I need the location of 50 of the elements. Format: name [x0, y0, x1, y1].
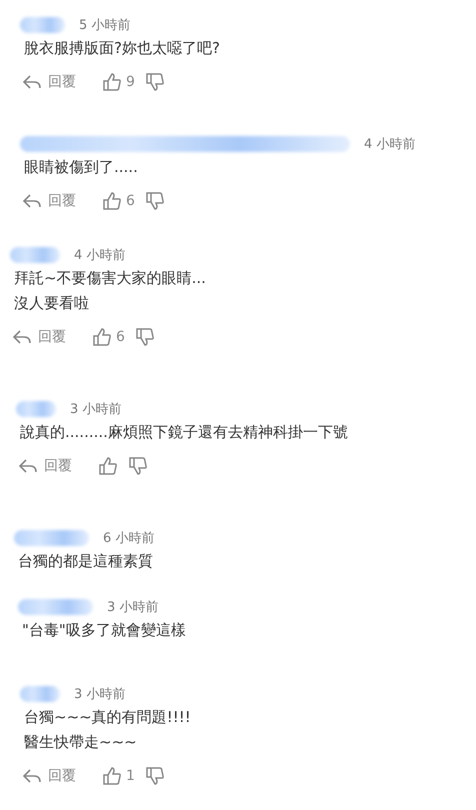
comment-text: 拜託~不要傷害大家的眼睛... [14, 268, 207, 289]
reply-arrow-icon [12, 330, 32, 344]
blurred-username [10, 247, 60, 263]
comment-text: 沒人要看啦 [14, 293, 90, 314]
thumbs-down-icon [144, 72, 165, 92]
blurred-username [16, 401, 56, 417]
reply-arrow-icon [22, 194, 42, 208]
thumbs-up-icon [98, 456, 118, 476]
thumbs-up-icon [92, 327, 112, 347]
reply-button[interactable]: 回覆 [22, 767, 76, 785]
reply-button[interactable]: 回覆 [12, 328, 66, 346]
thumbs-up-icon [102, 191, 122, 211]
reply-button[interactable]: 回覆 [18, 457, 72, 475]
reply-arrow-icon [22, 75, 42, 89]
comment-text: 脫衣服搏版面?妳也太噁了吧? [24, 38, 221, 59]
like-button[interactable]: 9 [102, 72, 135, 92]
comment-text: 台獨~~~真的有問題!!!! [24, 707, 192, 728]
dislike-button[interactable] [134, 327, 155, 347]
comment-time: 4 小時前 [364, 136, 416, 153]
thumbs-down-icon [144, 191, 165, 211]
comment-time: 3 小時前 [70, 401, 122, 418]
like-button[interactable]: 6 [92, 327, 125, 347]
like-button[interactable]: 6 [102, 191, 135, 211]
dislike-button[interactable] [128, 456, 148, 476]
reply-button[interactable]: 回覆 [22, 73, 76, 91]
comment-time: 6 小時前 [103, 530, 154, 547]
like-button[interactable]: 1 [102, 766, 135, 786]
comment-time: 3 小時前 [107, 599, 158, 616]
dislike-button[interactable] [144, 72, 165, 92]
comment-text: 說真的.........麻煩照下鏡子還有去精神科掛一下號 [20, 422, 349, 443]
comment-text: 台獨的都是這種素質 [18, 551, 154, 572]
reply-arrow-icon [18, 459, 38, 473]
thumbs-down-icon [144, 766, 165, 786]
comment-text: 眼睛被傷到了..... [24, 157, 139, 178]
reply-button[interactable]: 回覆 [22, 192, 76, 210]
comment-time: 5 小時前 [79, 17, 130, 34]
thumbs-up-icon [102, 766, 122, 786]
thumbs-up-icon [102, 72, 122, 92]
blurred-username [20, 686, 60, 702]
thumbs-down-icon [134, 327, 155, 347]
comment-time: 4 小時前 [74, 247, 126, 264]
comment-text: "台毒"吸多了就會變這樣 [22, 620, 187, 641]
comment-time: 3 小時前 [74, 686, 126, 703]
dislike-button[interactable] [144, 766, 165, 786]
reply-arrow-icon [22, 769, 42, 783]
blurred-username [20, 17, 65, 33]
thumbs-down-icon [128, 456, 148, 476]
comment-text: 醫生快帶走~~~ [24, 732, 138, 753]
dislike-button[interactable] [144, 191, 165, 211]
like-button[interactable] [98, 456, 118, 476]
